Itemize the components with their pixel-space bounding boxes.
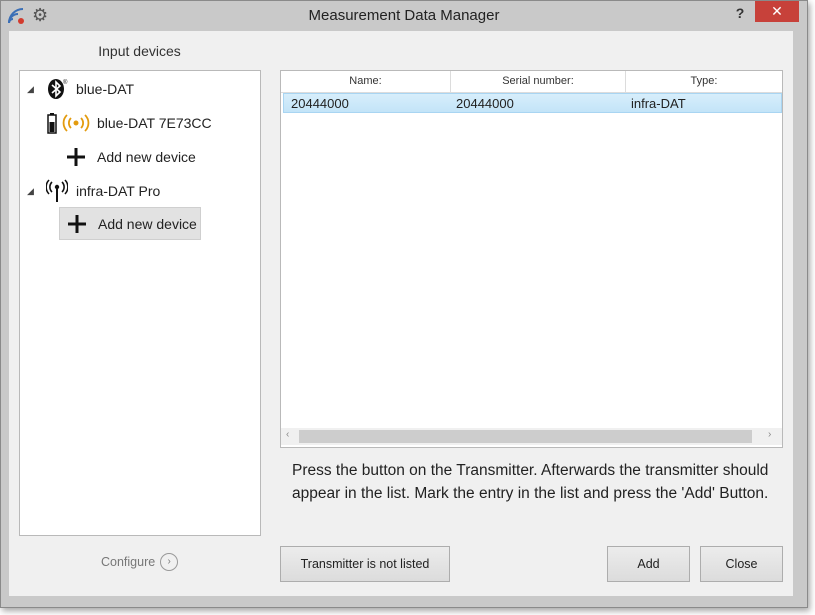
tree-item-blue-dat[interactable]: ® blue-DAT: [46, 74, 134, 104]
expand-arrow-icon[interactable]: ◢: [27, 84, 34, 95]
cell-type: infra-DAT: [631, 96, 686, 111]
tree-item-label: blue-DAT: [76, 81, 135, 97]
cell-serial: 20444000: [456, 96, 514, 111]
tree-item-add-new-device[interactable]: Add new device: [66, 142, 196, 172]
tree-item-label: Add new device: [98, 215, 197, 232]
input-devices-header: Input devices: [98, 43, 181, 59]
transmitter-not-listed-button[interactable]: Transmitter is not listed: [280, 546, 450, 582]
tree-item-label: infra-DAT Pro: [76, 183, 161, 199]
plus-icon: [68, 214, 86, 233]
tree-item-add-new-device-selected[interactable]: Add new device: [59, 207, 201, 240]
expand-arrow-icon[interactable]: ◢: [27, 186, 34, 197]
configure-link[interactable]: Configure ›: [101, 553, 179, 571]
window-close-button[interactable]: ✕: [755, 1, 799, 22]
antenna-icon: [46, 179, 68, 202]
tree-item-infra-dat-pro[interactable]: infra-DAT Pro: [46, 176, 160, 206]
window: ⚙ Measurement Data Manager ? ✕ Input dev…: [0, 0, 808, 608]
signal-broadcast-icon: [62, 114, 90, 132]
instructions-text: Press the button on the Transmitter. Aft…: [292, 462, 769, 502]
window-title: Measurement Data Manager: [308, 7, 500, 24]
scroll-right-icon[interactable]: ›: [768, 429, 771, 440]
cell-name: 20444000: [291, 96, 349, 111]
title-bar: ⚙ Measurement Data Manager ? ✕: [1, 1, 807, 31]
configure-label: Configure: [101, 555, 156, 569]
plus-icon: [67, 148, 85, 166]
transmitter-list[interactable]: Name: Serial number: Type: 20444000 2044…: [280, 70, 783, 448]
dialog-body: Input devices ◢ ® blue-DAT blue-DAT 7E73…: [9, 31, 793, 596]
close-button[interactable]: Close: [700, 546, 783, 582]
scroll-left-icon[interactable]: ‹: [286, 429, 289, 440]
list-header: Name: Serial number: Type:: [281, 71, 782, 93]
horizontal-scrollbar[interactable]: ‹ ›: [281, 428, 782, 445]
table-row[interactable]: 20444000 20444000 infra-DAT: [283, 93, 782, 113]
column-header-type[interactable]: Type:: [626, 71, 782, 92]
help-button[interactable]: ?: [727, 3, 753, 23]
svg-text:®: ®: [63, 79, 68, 86]
add-button[interactable]: Add: [607, 546, 690, 582]
scrollbar-thumb[interactable]: [299, 430, 752, 443]
bluetooth-icon: ®: [48, 79, 68, 99]
battery-icon: [47, 113, 57, 134]
chevron-right-icon: ›: [160, 553, 179, 571]
tree-item-blue-dat-7e73cc[interactable]: blue-DAT 7E73CC: [46, 108, 212, 138]
tree-item-label: blue-DAT 7E73CC: [97, 115, 212, 131]
column-header-name[interactable]: Name:: [281, 71, 451, 92]
column-header-serial[interactable]: Serial number:: [451, 71, 626, 92]
device-tree: ◢ ® blue-DAT blue-DAT 7E73CC Add new dev…: [19, 70, 261, 536]
tree-item-label: Add new device: [97, 149, 196, 165]
